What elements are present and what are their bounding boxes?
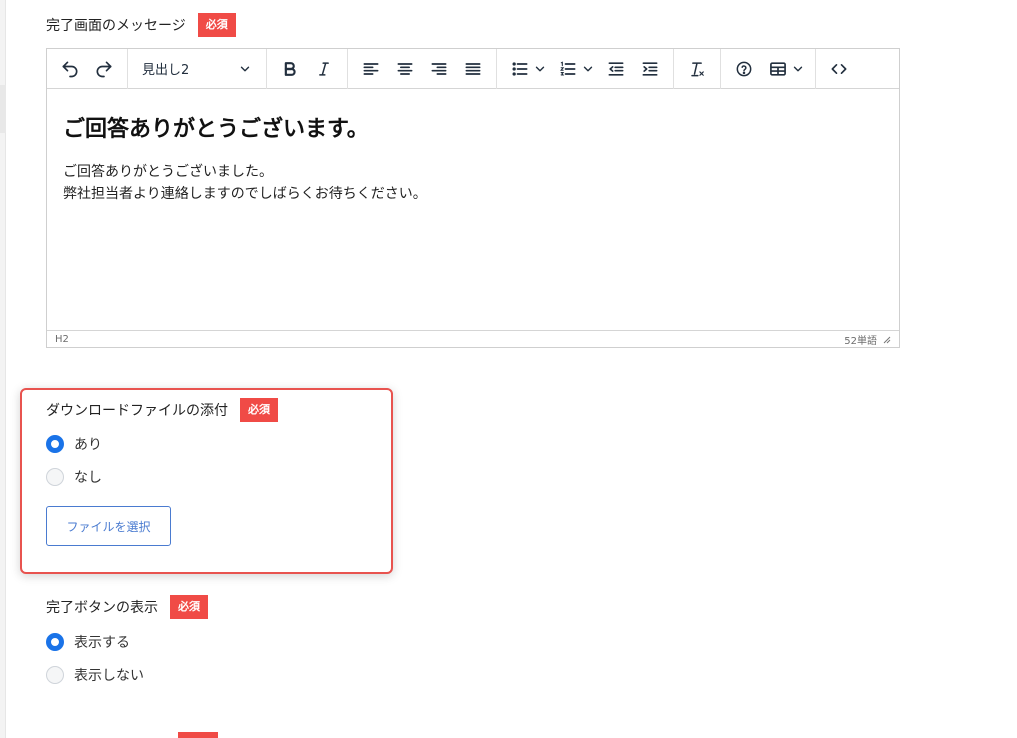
toolbar-group-format	[267, 48, 348, 89]
help-icon	[736, 61, 752, 76]
toolbar-group-blocks: 見出し2	[128, 48, 267, 89]
download-field-header: ダウンロードファイルの添付 必須	[46, 398, 278, 422]
align-right-button[interactable]	[422, 54, 456, 84]
radio-show-button[interactable]: 表示する	[46, 632, 130, 652]
word-count: 52単語	[844, 335, 877, 347]
element-path[interactable]: H2	[55, 334, 69, 345]
content-line-2: 弊社担当者より連絡しますのでしばらくお待ちください。	[63, 186, 427, 202]
chevron-down-icon[interactable]	[791, 62, 805, 76]
required-badge: 必須	[170, 595, 208, 619]
undo-icon	[62, 61, 78, 77]
radio-label: 表示しない	[74, 668, 144, 684]
table-split-button[interactable]	[761, 54, 809, 84]
indent-icon	[642, 61, 658, 76]
message-field-header: 完了画面のメッセージ 必須	[46, 13, 236, 37]
code-icon	[831, 63, 847, 74]
outdent-button[interactable]	[599, 54, 633, 84]
align-left-icon	[363, 62, 379, 75]
radio-download-no[interactable]: なし	[46, 467, 102, 487]
numbered-list-button[interactable]	[551, 54, 585, 84]
required-badge-partial	[178, 732, 218, 738]
radio-hide-button[interactable]: 表示しない	[46, 665, 144, 685]
resize-handle-icon[interactable]	[881, 334, 891, 344]
align-center-icon	[397, 62, 413, 75]
editor-toolbar: 見出し2	[47, 48, 899, 89]
table-icon	[770, 61, 786, 76]
left-rail-tab[interactable]	[0, 85, 6, 133]
indent-button[interactable]	[633, 54, 667, 84]
radio-download-yes[interactable]: あり	[46, 434, 102, 454]
clear-format-icon	[691, 61, 704, 76]
chevron-down-icon[interactable]	[581, 62, 595, 76]
toolbar-group-history	[47, 48, 128, 89]
statusbar-right: 52単語	[844, 332, 891, 347]
choose-file-button[interactable]: ファイルを選択	[46, 506, 171, 546]
outdent-icon	[608, 61, 624, 76]
content-heading: ご回答ありがとうございます。	[63, 117, 369, 142]
content-line-1: ご回答ありがとうございました。	[63, 164, 273, 180]
radio-label: あり	[74, 437, 102, 453]
bullet-list-icon	[512, 61, 528, 76]
radio-button-checked[interactable]	[46, 633, 64, 651]
editor-statusbar: H2 52単語	[47, 330, 899, 347]
italic-icon	[319, 61, 329, 76]
editor-content-area[interactable]: ご回答ありがとうございます。 ご回答ありがとうございました。 弊社担当者より連絡…	[47, 89, 899, 330]
source-code-button[interactable]	[822, 54, 856, 84]
radio-button[interactable]	[46, 468, 64, 486]
help-button[interactable]	[727, 54, 761, 84]
toolbar-group-align	[348, 48, 497, 89]
redo-button[interactable]	[87, 54, 121, 84]
redo-icon	[96, 61, 112, 77]
bullet-list-button[interactable]	[503, 54, 537, 84]
message-field-label: 完了画面のメッセージ	[46, 18, 186, 34]
rich-text-editor: 見出し2 ご回答ありがとうございます。 ご回答ありがとうございました。 弊社担当…	[46, 48, 900, 348]
align-justify-button[interactable]	[456, 54, 490, 84]
align-left-button[interactable]	[354, 54, 388, 84]
chevron-down-icon[interactable]	[533, 62, 547, 76]
required-badge: 必須	[197, 13, 236, 37]
toolbar-group-insert	[721, 48, 816, 89]
radio-button[interactable]	[46, 666, 64, 684]
numbered-list-split-button[interactable]	[551, 54, 599, 84]
bold-button[interactable]	[273, 54, 307, 84]
required-badge: 必須	[240, 398, 278, 422]
bold-icon	[284, 61, 296, 76]
chevron-down-icon	[240, 66, 250, 71]
radio-button-checked[interactable]	[46, 435, 64, 453]
radio-label: 表示する	[74, 635, 130, 651]
block-format-select[interactable]: 見出し2	[134, 54, 260, 84]
table-button[interactable]	[761, 54, 795, 84]
italic-button[interactable]	[307, 54, 341, 84]
toolbar-group-code	[816, 49, 862, 89]
align-justify-icon	[465, 62, 481, 75]
toolbar-group-lists	[497, 48, 674, 89]
align-right-icon	[431, 62, 447, 75]
numbered-list-icon	[560, 61, 576, 75]
complete-button-field-header: 完了ボタンの表示 必須	[46, 595, 208, 619]
bullet-list-split-button[interactable]	[503, 54, 551, 84]
align-center-button[interactable]	[388, 54, 422, 84]
radio-label: なし	[74, 470, 102, 486]
download-field-label: ダウンロードファイルの添付	[46, 403, 228, 419]
block-format-value: 見出し2	[142, 63, 190, 78]
toolbar-group-clear	[674, 48, 721, 89]
undo-button[interactable]	[53, 54, 87, 84]
clear-format-button[interactable]	[680, 54, 714, 84]
complete-button-field-label: 完了ボタンの表示	[46, 600, 158, 616]
